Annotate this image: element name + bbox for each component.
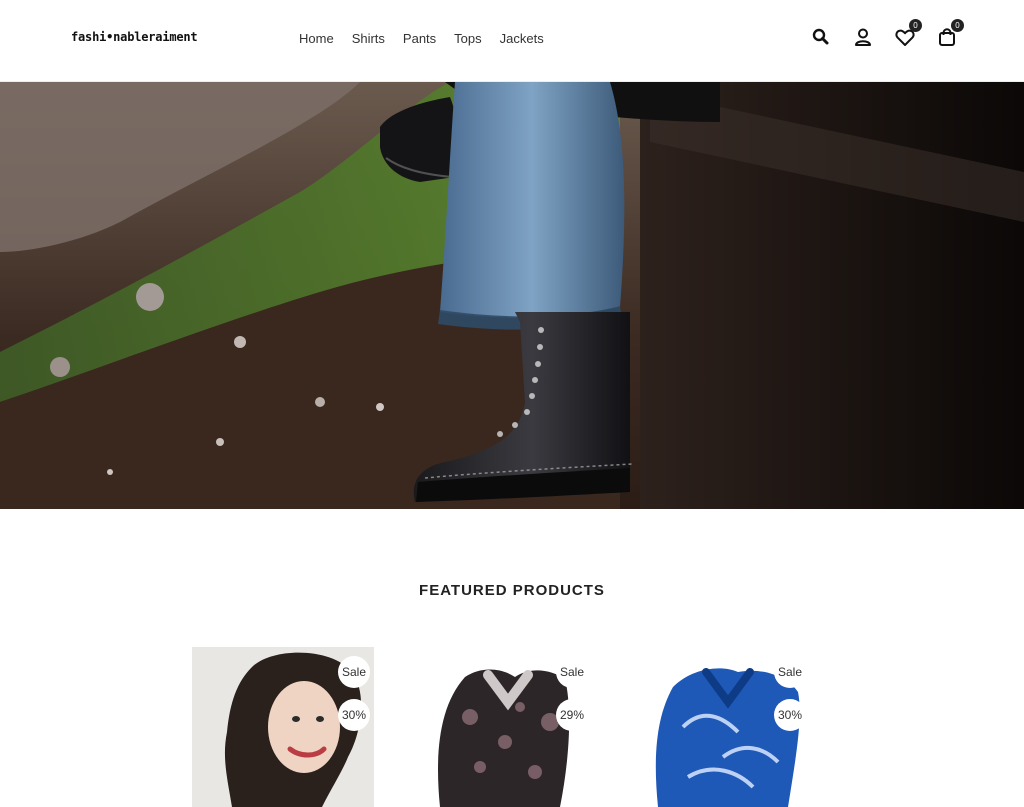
discount-badge: 29% — [556, 699, 588, 731]
site-header: fashi•nableraiment Home Shirts Pants Top… — [0, 0, 1024, 82]
nav-pants[interactable]: Pants — [403, 31, 436, 46]
user-icon[interactable] — [852, 26, 874, 48]
main-nav: Home Shirts Pants Tops Jackets — [299, 31, 544, 46]
header-actions: 0 0 — [810, 19, 964, 48]
site-logo[interactable]: fashi•nableraiment — [71, 30, 198, 44]
search-icon[interactable] — [810, 26, 832, 48]
nav-jackets[interactable]: Jackets — [500, 31, 544, 46]
featured-products-title: FEATURED PRODUCTS — [419, 582, 605, 599]
nav-shirts[interactable]: Shirts — [352, 31, 385, 46]
nav-home[interactable]: Home — [299, 31, 334, 46]
bag-icon[interactable]: 0 — [936, 19, 964, 48]
sale-badge: Sale — [556, 656, 588, 688]
discount-badge: 30% — [774, 699, 806, 731]
search-icon-svg — [812, 28, 829, 45]
discount-badge: 30% — [338, 699, 370, 731]
wishlist-count-badge: 0 — [909, 19, 922, 32]
hero-banner[interactable] — [0, 82, 1024, 509]
user-icon-svg — [855, 28, 871, 46]
nav-tops[interactable]: Tops — [454, 31, 481, 46]
sale-badge: Sale — [774, 656, 806, 688]
cart-count-badge: 0 — [951, 19, 964, 32]
hero-image — [0, 82, 1024, 509]
product-card[interactable]: Sale 30% — [628, 647, 810, 807]
sale-badge: Sale — [338, 656, 370, 688]
heart-icon[interactable]: 0 — [894, 19, 922, 48]
product-card[interactable]: Sale 30% — [192, 647, 374, 807]
product-card[interactable]: Sale 29% — [410, 647, 592, 807]
